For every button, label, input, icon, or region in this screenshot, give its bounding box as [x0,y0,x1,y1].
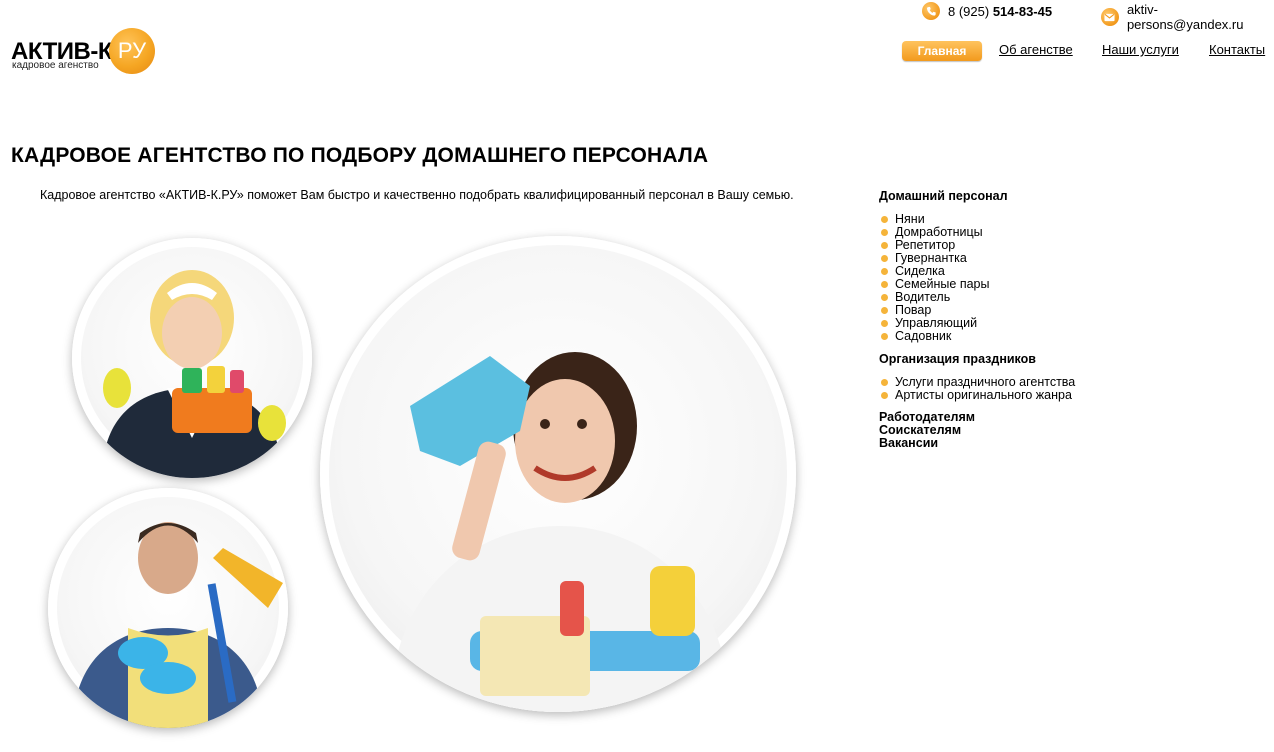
nav-item-home[interactable]: Главная [902,41,982,61]
phone-contact[interactable]: 8 (925) 514-83-45 [922,2,1052,20]
worker-photo [48,488,288,728]
link-vacancies[interactable]: Вакансии [879,437,1209,450]
nav-item-contacts[interactable]: Контакты [1209,42,1265,57]
bullet-dot [881,268,888,275]
main-nav: Главная Об агенстве Наши услуги Контакты [0,41,1274,62]
sidebar-heading-household: Домашний персонал [879,189,1008,203]
email-address: aktiv-persons@yandex.ru [1126,2,1244,32]
envelope-icon [1101,8,1119,26]
household-list: Няни Домработницы Репетитор Гувернантка … [879,213,1209,343]
bullet-dot [881,242,888,249]
phone-number: 514-83-45 [992,3,1053,19]
events-list: Услуги праздничного агентства Артисты ор… [879,376,1209,402]
bullet-dot [881,307,888,314]
sidebar-heading-events: Организация праздников [879,352,1036,366]
bullet-dot [881,320,888,327]
bullet-dot [881,333,888,340]
email-contact[interactable]: aktiv-persons@yandex.ru [1101,2,1274,32]
top-contact-bar: 8 (925) 514-83-45 aktiv-persons@yandex.r… [0,0,1274,32]
bullet-dot [881,255,888,262]
bullet-dot [881,392,888,399]
nav-item-services[interactable]: Наши услуги [1102,42,1179,57]
bullet-dot [881,281,888,288]
phone-prefix: 8 (925) [948,3,990,19]
nav-item-about[interactable]: Об агенстве [999,42,1073,57]
intro-text: Кадровое агентство «АКТИВ-К.РУ» поможет … [40,188,794,202]
phone-icon [922,2,940,20]
page-title: КАДРОВОЕ АГЕНТСТВО ПО ПОДБОРУ ДОМАШНЕГО … [11,144,709,167]
bullet-dot [881,216,888,223]
bullet-dot [881,294,888,301]
bullet-dot [881,379,888,386]
list-item[interactable]: Садовник [879,330,1209,343]
services-sidebar: Домашний персонал Няни Домработницы Репе… [879,189,1209,450]
sidebar-links: Работодателям Соискателям Вакансии [879,411,1209,450]
maid-photo [72,238,312,478]
housekeeper-photo [320,236,796,712]
list-item[interactable]: Артисты оригинального жанра [879,389,1209,402]
bullet-dot [881,229,888,236]
